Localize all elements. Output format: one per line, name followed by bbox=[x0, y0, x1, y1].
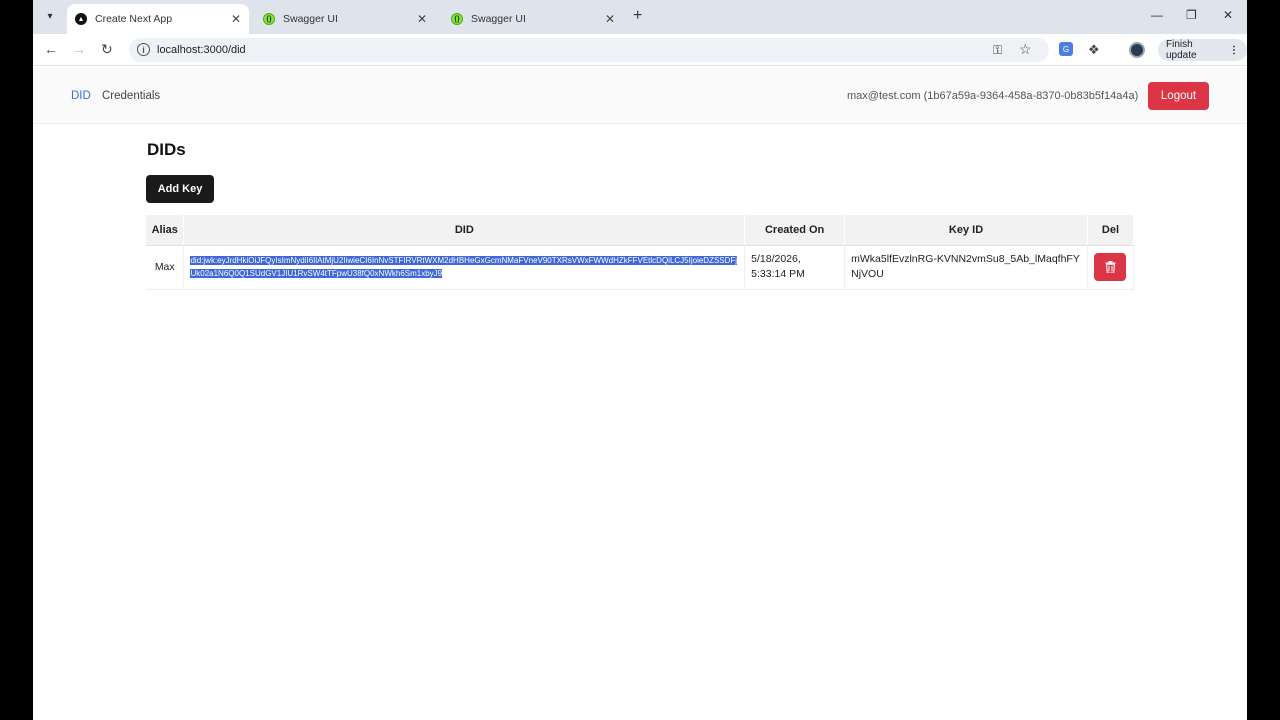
alias-cell: Max bbox=[146, 245, 185, 290]
created-on-cell: 5/18/2026, 5:33:14 PM bbox=[744, 245, 846, 290]
reload-icon[interactable]: ↻ bbox=[101, 41, 113, 58]
back-icon[interactable]: ← bbox=[44, 41, 58, 57]
nav-credentials[interactable]: Credentials bbox=[102, 90, 160, 102]
tab-search-icon[interactable]: ▾ bbox=[40, 6, 60, 26]
column-header-did: DID bbox=[183, 215, 746, 246]
next-icon: ▲ bbox=[75, 13, 87, 25]
logout-button[interactable]: Logout bbox=[1148, 82, 1209, 110]
url-text[interactable]: localhost:3000/did bbox=[157, 44, 246, 56]
more-icon: ⋮ bbox=[1229, 44, 1239, 56]
browser-toolbar: ← → ↻ i localhost:3000/did ⚿ ☆ G ❖ Finis… bbox=[33, 34, 1247, 66]
extensions-icon[interactable]: ❖ bbox=[1088, 42, 1100, 58]
tab-label: Swagger UI bbox=[471, 13, 526, 25]
did-value-selected[interactable]: did:jwk:eyJrdHkiOiJFQyIsImNydiI6IlAtMjU2… bbox=[190, 255, 738, 278]
did-cell[interactable]: did:jwk:eyJrdHkiOiJFQyIsImNydiI6IlAtMjU2… bbox=[183, 245, 746, 290]
profile-avatar-icon[interactable] bbox=[1129, 42, 1145, 58]
swagger-icon: {} bbox=[263, 13, 275, 25]
created-date: 5/18/2026, bbox=[751, 253, 801, 265]
tab-swagger-ui-2[interactable]: {} Swagger UI ✕ bbox=[443, 4, 623, 34]
finish-update-button[interactable]: Finish update ⋮ bbox=[1158, 39, 1247, 61]
trash-icon bbox=[1105, 261, 1116, 273]
new-tab-icon[interactable]: + bbox=[633, 7, 642, 25]
swagger-icon: {} bbox=[451, 13, 463, 25]
password-key-icon[interactable]: ⚿ bbox=[993, 43, 1002, 58]
tab-create-next-app[interactable]: ▲ Create Next App ✕ bbox=[67, 4, 249, 34]
add-key-button[interactable]: Add Key bbox=[146, 175, 214, 203]
finish-update-label: Finish update bbox=[1166, 39, 1197, 61]
tab-strip: ▾ ▲ Create Next App ✕ {} Swagger UI ✕ {}… bbox=[33, 0, 1247, 34]
tab-swagger-ui-1[interactable]: {} Swagger UI ✕ bbox=[255, 4, 435, 34]
table-row: Max did:jwk:eyJrdHkiOiJFQyIsImNydiI6IlAt… bbox=[146, 245, 1135, 290]
column-header-key-id: Key ID bbox=[844, 215, 1088, 246]
del-cell bbox=[1087, 245, 1135, 290]
key-id-cell: mWka5lfEvzlnRG-KVNN2vmSu8_5Ab_lMaqfhFYNj… bbox=[844, 245, 1088, 290]
forward-icon[interactable]: → bbox=[72, 41, 86, 57]
close-icon[interactable]: ✕ bbox=[231, 12, 241, 26]
bookmark-star-icon[interactable]: ☆ bbox=[1019, 41, 1032, 58]
user-info: max@test.com (1b67a59a-9364-458a-8370-0b… bbox=[847, 90, 1139, 102]
column-header-alias: Alias bbox=[146, 215, 185, 246]
key-id-value: mWka5lfEvzlnRG-KVNN2vmSu8_5Ab_lMaqfhFYNj… bbox=[851, 253, 1080, 280]
minimize-icon[interactable]: — bbox=[1151, 8, 1163, 22]
restore-icon[interactable]: ❐ bbox=[1186, 8, 1197, 22]
column-header-created-on: Created On bbox=[744, 215, 846, 246]
app-navbar: DID Credentials max@test.com (1b67a59a-9… bbox=[33, 67, 1247, 124]
browser-window: ▾ ▲ Create Next App ✕ {} Swagger UI ✕ {}… bbox=[33, 0, 1247, 720]
translate-icon[interactable]: G bbox=[1059, 42, 1073, 56]
tab-label: Create Next App bbox=[95, 13, 173, 25]
delete-button[interactable] bbox=[1094, 253, 1127, 281]
tab-label: Swagger UI bbox=[283, 13, 338, 25]
created-time: 5:33:14 PM bbox=[751, 268, 805, 280]
address-bar[interactable]: i localhost:3000/did ⚿ ☆ bbox=[129, 38, 1049, 62]
table-header-row: Alias DID Created On Key ID Del bbox=[146, 215, 1135, 246]
dids-table: Alias DID Created On Key ID Del Max did:… bbox=[146, 215, 1135, 290]
window-close-icon[interactable]: ✕ bbox=[1223, 8, 1233, 22]
close-icon[interactable]: ✕ bbox=[605, 12, 615, 26]
close-icon[interactable]: ✕ bbox=[417, 12, 427, 26]
nav-did[interactable]: DID bbox=[71, 90, 91, 102]
page-title: DIDs bbox=[147, 140, 186, 159]
info-icon[interactable]: i bbox=[137, 43, 150, 56]
column-header-del: Del bbox=[1087, 215, 1135, 246]
